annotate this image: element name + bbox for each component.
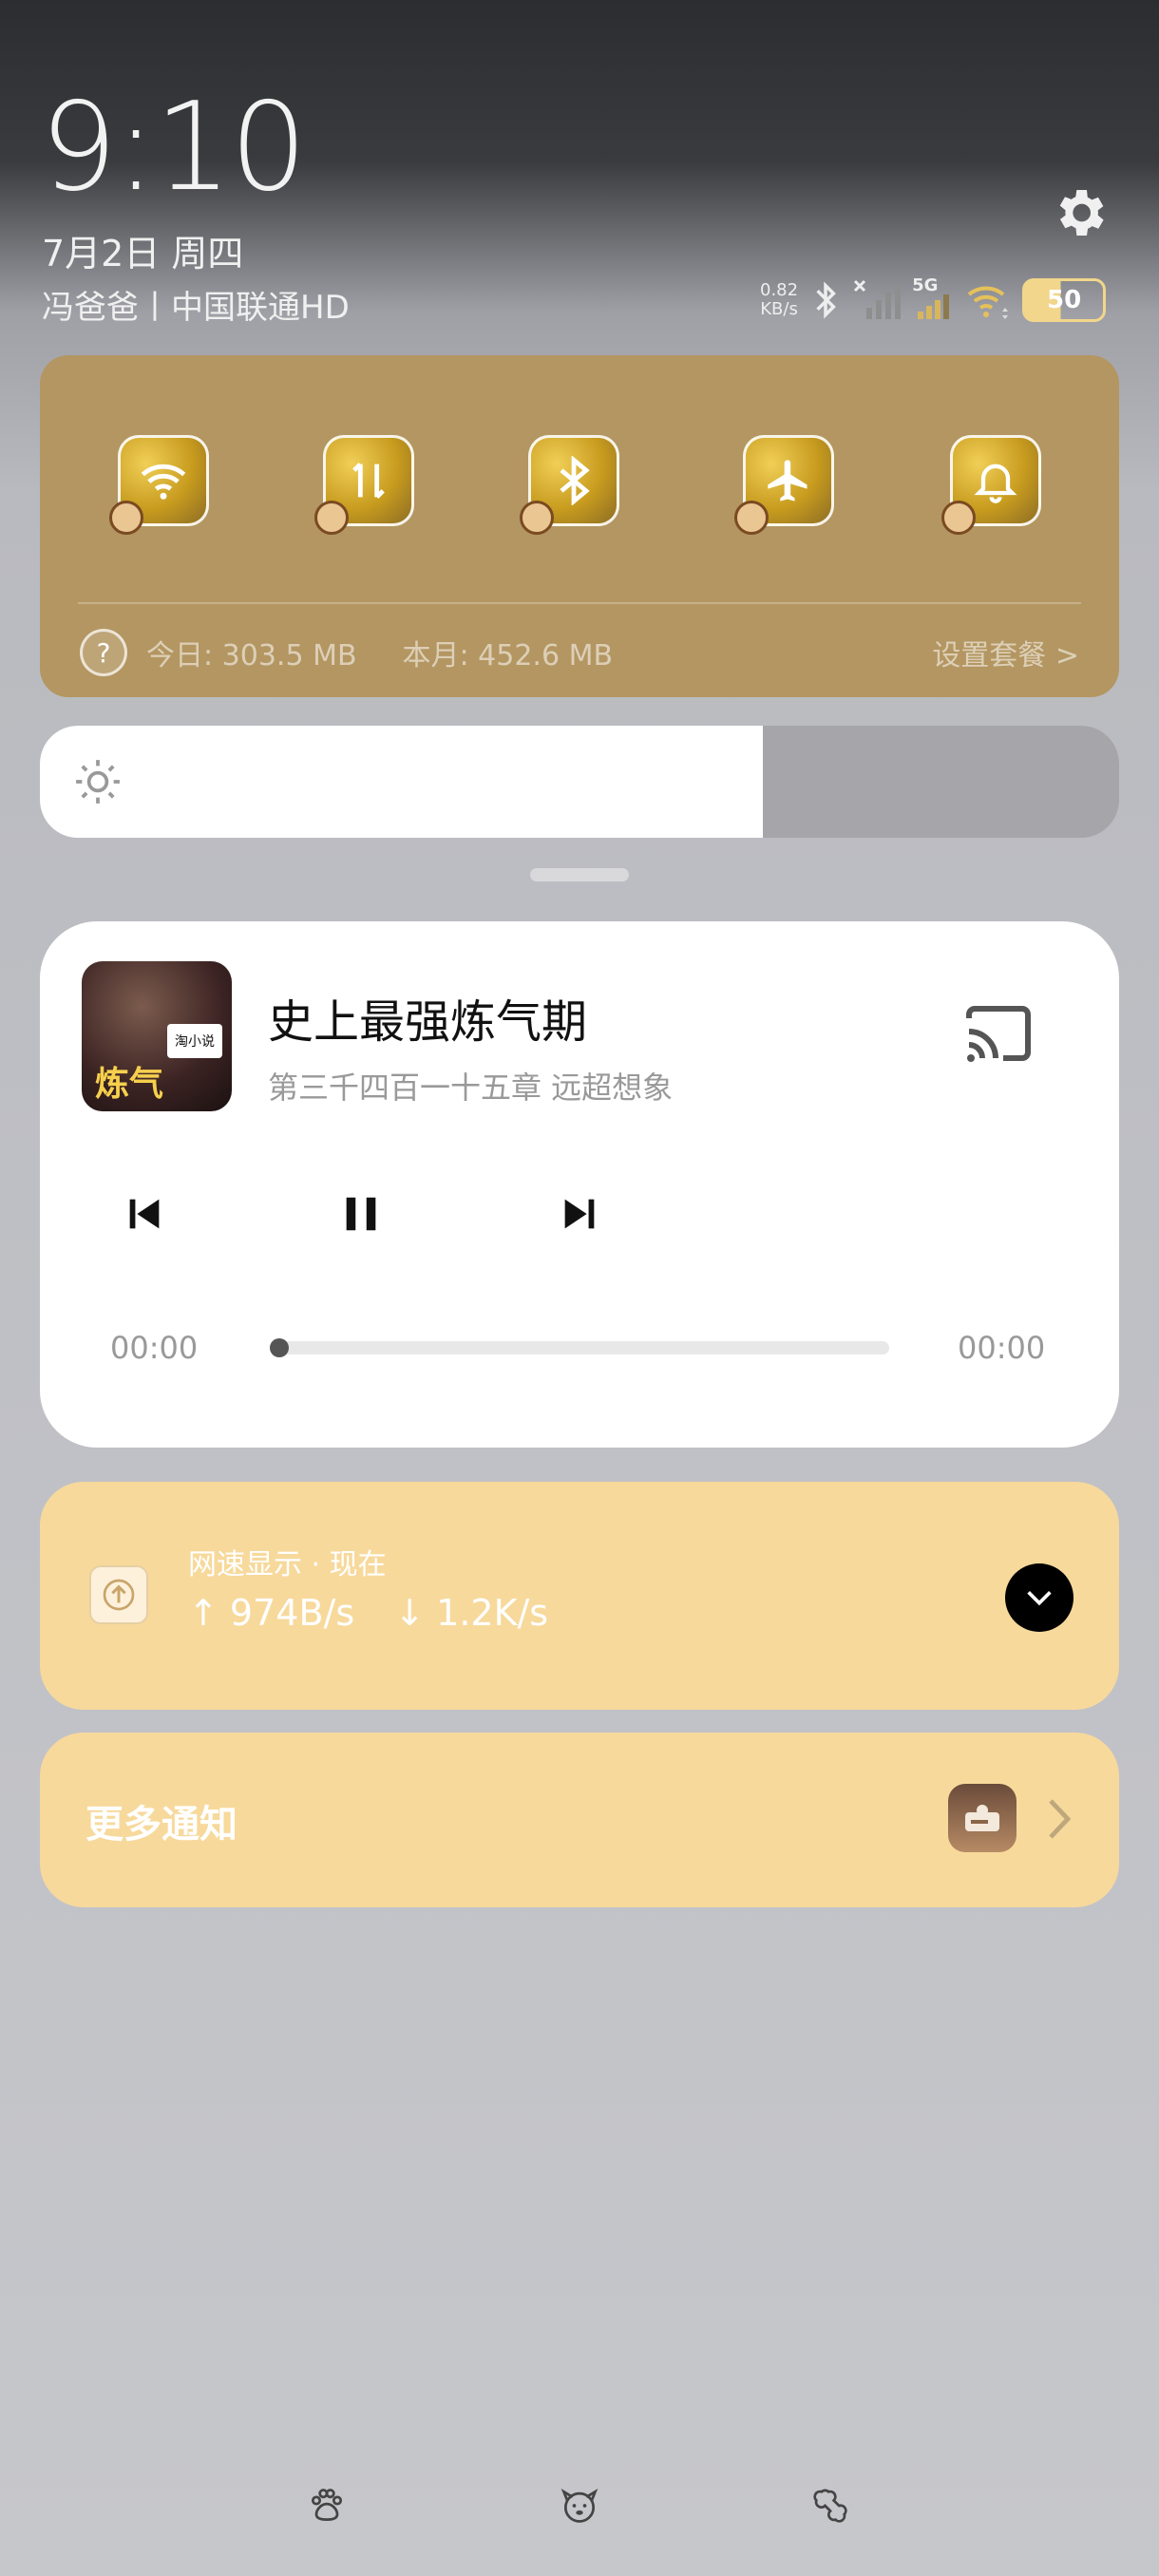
notification-app: 网速显示 · 现在 [188, 1548, 387, 1582]
upload-arrow-icon [89, 1565, 148, 1624]
toggle-airplane-mode[interactable] [734, 435, 834, 535]
expand-button[interactable] [1005, 1563, 1074, 1632]
help-icon[interactable]: ? [80, 629, 127, 676]
status-bar: 0.82 KB/s 5G 50 [760, 274, 1107, 327]
airplane-icon [768, 460, 808, 502]
puppy-badge-icon [734, 501, 769, 535]
sun-icon [76, 760, 120, 804]
app-icon [948, 1784, 1016, 1852]
dog-face-icon[interactable] [559, 2485, 600, 2527]
network-speed: 0.82 KB/s [760, 280, 799, 319]
notification-body: ↑ 974B/s ↓ 1.2K/s [188, 1592, 548, 1634]
today-usage: 今日: 303.5 MB [146, 639, 357, 672]
signal-no-sim-icon [854, 279, 902, 319]
puppy-badge-icon [314, 501, 349, 535]
bone-icon[interactable] [809, 2485, 851, 2527]
brightness-level [40, 726, 764, 838]
track-title: 史上最强炼气期 [268, 995, 588, 1049]
next-button[interactable] [553, 1187, 606, 1241]
wifi-icon [141, 464, 186, 500]
pause-icon [346, 1197, 376, 1231]
media-player-card[interactable]: 炼气 淘小说 史上最强炼气期 第三千四百一十五章 远超想象 00:00 00:0… [40, 921, 1119, 1448]
skip-previous-icon [129, 1199, 160, 1229]
paw-icon[interactable] [306, 2485, 348, 2527]
previous-button[interactable] [118, 1187, 171, 1241]
data-transfer-icon [352, 462, 385, 500]
quick-toggles-panel: ? 今日: 303.5 MB 本月: 452.6 MB 设置套餐 > [40, 355, 1119, 697]
track-subtitle: 第三千四百一十五章 远超想象 [268, 1070, 674, 1106]
netspeed-notification[interactable]: 网速显示 · 现在 ↑ 974B/s ↓ 1.2K/s [40, 1482, 1119, 1710]
wifi-icon [967, 286, 1009, 319]
data-plan-settings-link[interactable]: 设置套餐 > [932, 632, 1079, 673]
chevron-down-icon [1027, 1591, 1052, 1606]
bell-icon [974, 464, 1017, 503]
data-usage-row: ? 今日: 303.5 MB 本月: 452.6 MB 设置套餐 > [80, 627, 1079, 678]
panel-drag-handle[interactable] [530, 868, 629, 881]
seek-thumb[interactable] [270, 1338, 289, 1357]
clock: 9:10 [40, 77, 307, 218]
signal-5g-icon: 5G [912, 275, 954, 321]
download-speed: ↓ 1.2K/s [394, 1592, 549, 1634]
album-cover[interactable]: 炼气 淘小说 [82, 961, 232, 1111]
puppy-badge-icon [520, 501, 554, 535]
toggle-mobile-data[interactable] [314, 435, 414, 535]
bluetooth-icon [816, 281, 836, 319]
bluetooth-icon [560, 456, 590, 505]
gear-icon[interactable] [1049, 182, 1110, 243]
seek-bar[interactable] [272, 1341, 889, 1354]
toggle-wifi[interactable] [109, 435, 209, 535]
more-notifications-card[interactable]: 更多通知 [40, 1733, 1119, 1907]
chevron-right-icon [1049, 1799, 1072, 1839]
elapsed-time: 00:00 [110, 1330, 199, 1366]
month-usage: 本月: 452.6 MB [402, 639, 614, 672]
carrier: 冯爸爸丨中国联通HD [42, 289, 350, 327]
toggle-bluetooth[interactable] [520, 435, 619, 535]
brightness-slider[interactable] [40, 726, 1119, 838]
total-duration: 00:00 [958, 1330, 1046, 1366]
more-notifications-label: 更多通知 [86, 1803, 238, 1847]
puppy-badge-icon [109, 501, 143, 535]
battery-indicator: 50 [1022, 278, 1107, 322]
date: 7月2日 周四 [42, 233, 244, 275]
cast-icon[interactable] [961, 1003, 1034, 1066]
divider [78, 602, 1081, 604]
upload-speed: ↑ 974B/s [188, 1592, 355, 1634]
pause-button[interactable] [334, 1187, 388, 1241]
skip-next-icon [564, 1199, 595, 1229]
toggle-ringer[interactable] [941, 435, 1041, 535]
puppy-badge-icon [941, 501, 976, 535]
